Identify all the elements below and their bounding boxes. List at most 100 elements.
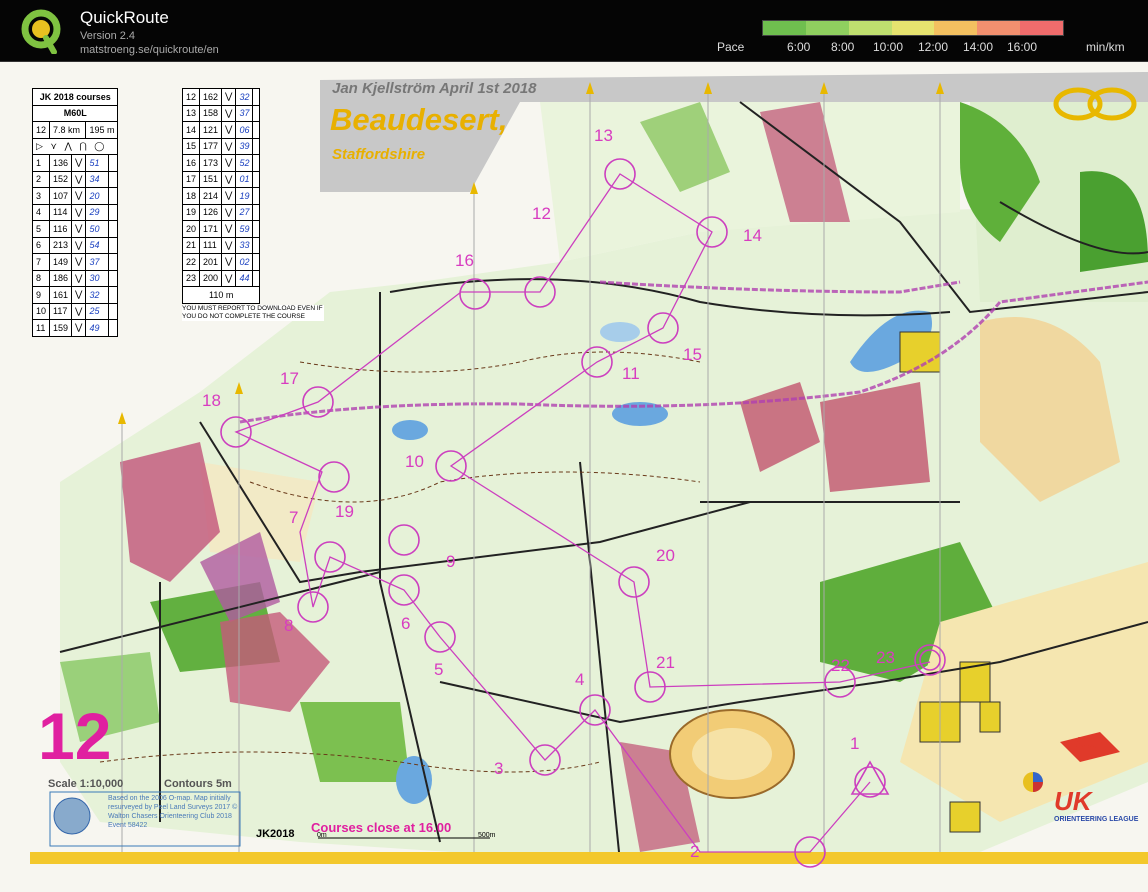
cd-control-no: 23	[181, 269, 201, 287]
jk-logo: JK2018	[256, 828, 295, 840]
cd-split: 37	[235, 104, 254, 122]
cd-row: 20 171 ⋁ 59	[181, 220, 261, 238]
pace-gradient-segment	[1020, 21, 1035, 35]
map-graphic	[0, 62, 1148, 892]
cd-symbol	[252, 203, 261, 221]
pace-gradient-segment	[777, 21, 792, 35]
cd-symbol: ⋁	[221, 170, 237, 188]
app-version: Version 2.4	[80, 30, 136, 42]
cd-split: 34	[85, 170, 110, 188]
app-url[interactable]: matstroeng.se/quickroute/en	[80, 44, 219, 56]
cd-control-code: 159	[49, 319, 73, 337]
control-label: 4	[575, 670, 585, 689]
cd-control-no: 5	[31, 220, 51, 238]
cd-control-code: 186	[49, 269, 73, 287]
cd-symbol	[108, 187, 119, 205]
control-label: 1	[850, 734, 860, 753]
event-location: Staffordshire	[332, 146, 426, 163]
cd-row: 10 117 ⋁ 25	[31, 302, 119, 320]
cd-split: 25	[85, 302, 110, 320]
control-label: 7	[289, 508, 299, 527]
control-label: 20	[656, 546, 675, 565]
cd-row: 22 201 ⋁ 02	[181, 253, 261, 271]
cd-finish-row: 110 m	[181, 286, 261, 304]
cd-control-code: 177	[199, 137, 223, 155]
pace-gradient-segment	[877, 21, 892, 35]
control-label: 9	[446, 552, 456, 571]
cd-control-no: 1	[31, 154, 51, 172]
cd-control-code: 161	[49, 286, 73, 304]
cd-control-code: 126	[199, 203, 223, 221]
cd-control-no: 21	[181, 236, 201, 254]
cd-control-no: 18	[181, 187, 201, 205]
cd-control-code: 121	[199, 121, 223, 139]
cd-control-no: 3	[31, 187, 51, 205]
uk-logo-sub: ORIENTEERING LEAGUE	[1054, 816, 1139, 823]
pace-gradient-segment	[991, 21, 1006, 35]
cd-symbol: ⋁	[71, 220, 87, 238]
cd-control-no: 20	[181, 220, 201, 238]
control-label: 13	[594, 126, 613, 145]
control-label: 21	[656, 653, 675, 672]
uk-logo: UK	[1054, 786, 1092, 816]
cd-length: 7.8 km	[49, 121, 87, 139]
cd-symbol: ⋁	[71, 170, 87, 188]
cd-symbol	[252, 187, 261, 205]
cd-control-no: 4	[31, 203, 51, 221]
cd-control-no: 8	[31, 269, 51, 287]
pace-label: Pace	[717, 40, 745, 54]
cd-control-code: 116	[49, 220, 73, 238]
scale-bar-500: 500m	[478, 832, 496, 839]
cd-split: 50	[85, 220, 110, 238]
cd-symbol: ⋁	[221, 269, 237, 287]
cd-control-code: 213	[49, 236, 73, 254]
cd-symbol	[108, 286, 119, 304]
cd-control-code: 152	[49, 170, 73, 188]
cd-split: 01	[235, 170, 254, 188]
control-label: 17	[280, 369, 299, 388]
cd-split: 20	[85, 187, 110, 205]
cd-split: 02	[235, 253, 254, 271]
cd-split: 49	[85, 319, 110, 337]
scale-bar-0: 0m	[317, 832, 327, 839]
cd-control-code: 201	[199, 253, 223, 271]
cd-symbol: ⋁	[71, 236, 87, 254]
cd-control-no: 13	[181, 104, 201, 122]
cd-row: 23 200 ⋁ 44	[181, 269, 261, 287]
pace-unit: min/km	[1086, 40, 1125, 54]
app-title: QuickRoute	[80, 8, 169, 27]
cd-control-code: 162	[199, 88, 223, 106]
control-label: 19	[335, 502, 354, 521]
orienteering-map[interactable]: JK 2018 courses M60L 12 7.8 km 195 m ▷ ⋎…	[0, 62, 1148, 892]
cd-symbol	[108, 203, 119, 221]
cd-row: 7 149 ⋁ 37	[31, 253, 119, 271]
cd-symbol: ⋁	[71, 187, 87, 205]
cd-note: YOU MUST REPORT TO DOWNLOAD EVEN IF YOU …	[182, 305, 324, 321]
cd-control-code: 151	[199, 170, 223, 188]
pace-gradient-segment	[962, 21, 978, 35]
cd-control-code: 214	[199, 187, 223, 205]
pace-gradient-segment	[820, 21, 835, 35]
event-title: Jan Kjellström April 1st 2018	[332, 80, 537, 97]
cd-split: 44	[235, 269, 254, 287]
control-label: 3	[494, 759, 504, 778]
cd-symbol	[108, 170, 119, 188]
cd-control-no: 15	[181, 137, 201, 155]
cd-climb: 195 m	[85, 121, 119, 139]
cd-split: 32	[235, 88, 254, 106]
cd-symbol: ⋁	[221, 220, 237, 238]
cd-control-no: 7	[31, 253, 51, 271]
cd-symbol	[108, 236, 119, 254]
cd-symbol	[252, 121, 261, 139]
pace-gradient-segment	[763, 21, 778, 35]
cd-symbol: ⋁	[221, 154, 237, 172]
pace-gradient-segment	[977, 21, 992, 35]
cd-symbol: ⋁	[71, 253, 87, 271]
pace-gradient-segment	[848, 21, 863, 35]
cd-symbol	[252, 220, 261, 238]
cd-symbol: ⋁	[71, 319, 87, 337]
cd-row: 5 116 ⋁ 50	[31, 220, 119, 238]
cd-control-no: 22	[181, 253, 201, 271]
control-descriptions-right: 12 162 ⋁ 32 13 158 ⋁ 37 14 121 ⋁ 06 15 177 ⋁ 39 16 173 ⋁ 52…	[181, 88, 261, 304]
cd-split: 27	[235, 203, 254, 221]
